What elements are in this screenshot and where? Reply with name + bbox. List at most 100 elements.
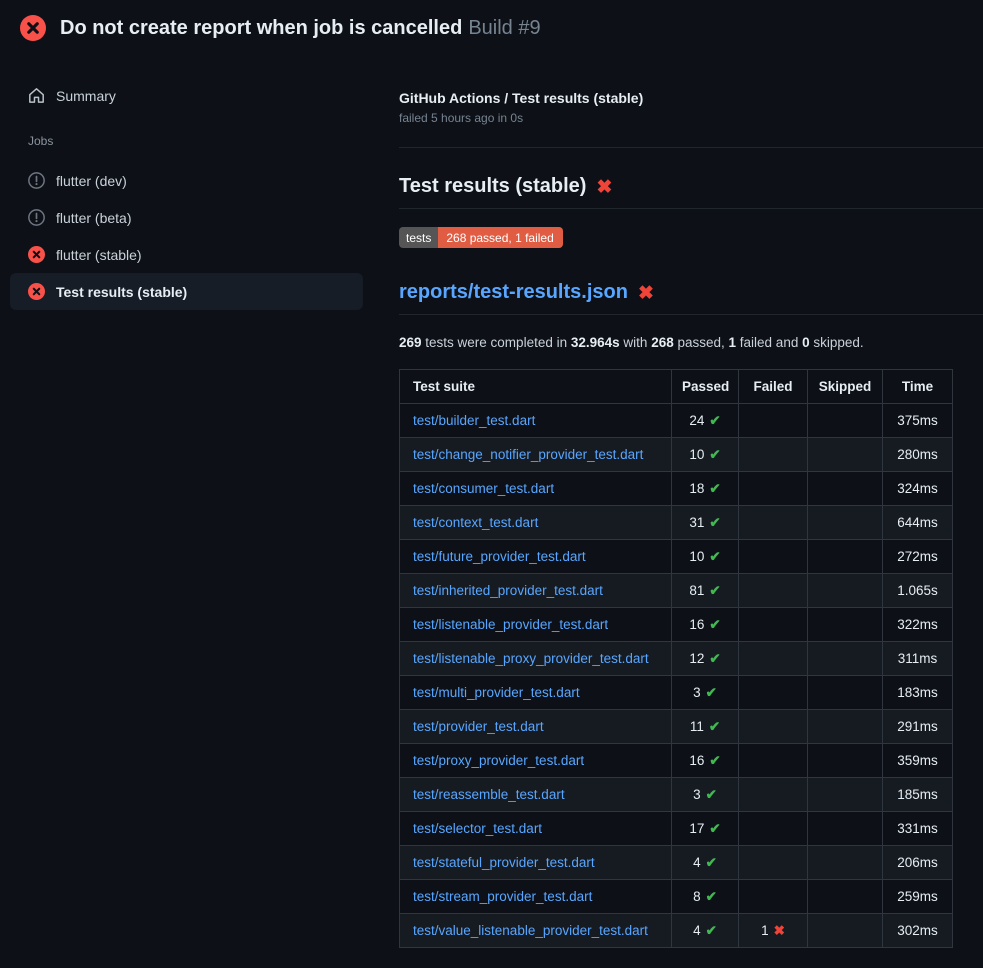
cell-passed: 3✔ [672,676,739,710]
cell-time: 1.065s [883,574,953,608]
cell-time: 206ms [883,846,953,880]
sidebar: Summary Jobs flutter (dev) flutter (beta)… [0,53,375,310]
check-icon: ✔ [709,719,720,734]
jobs-section-label: Jobs [10,134,363,148]
check-run-header: Do not create report when job is cancell… [0,0,983,53]
cell-failed: 1✖ [739,914,808,948]
summary-segment: 32.964s [571,335,620,350]
column-header-failed: Failed [739,370,808,404]
check-icon: ✔ [706,685,717,700]
sidebar-item-label: flutter (beta) [56,210,131,226]
cell-passed: 24✔ [672,404,739,438]
sidebar-item-flutter-stable[interactable]: flutter (stable) [10,236,363,273]
cell-time: 359ms [883,744,953,778]
suite-link[interactable]: test/provider_test.dart [413,719,544,734]
suite-link[interactable]: test/future_provider_test.dart [413,549,586,564]
header-title-group: Do not create report when job is cancell… [60,17,541,40]
suite-link[interactable]: test/builder_test.dart [413,413,535,428]
count-value: 10 [689,447,704,462]
suite-link[interactable]: test/change_notifier_provider_test.dart [413,447,643,462]
count-value: 31 [689,515,704,530]
table-row: test/stateful_provider_test.dart4✔206ms [400,846,953,880]
section-heading-label: Test results (stable) [399,175,586,198]
suite-link[interactable]: test/context_test.dart [413,515,538,530]
cell-skipped [808,608,883,642]
suite-link[interactable]: test/listenable_provider_test.dart [413,617,608,632]
table-row: test/future_provider_test.dart10✔272ms [400,540,953,574]
count-value: 3 [693,685,701,700]
check-icon: ✔ [709,515,720,530]
cell-skipped [808,880,883,914]
count-value: 11 [690,719,704,734]
suite-link[interactable]: test/inherited_provider_test.dart [413,583,603,598]
cell-time: 322ms [883,608,953,642]
suite-link[interactable]: test/listenable_proxy_provider_test.dart [413,651,649,666]
check-icon: ✔ [706,787,717,802]
suite-link[interactable]: test/stateful_provider_test.dart [413,855,595,870]
check-icon: ✔ [709,413,720,428]
page-title: Do not create report when job is cancell… [60,17,462,40]
cell-time: 302ms [883,914,953,948]
cell-failed [739,846,808,880]
cell-skipped [808,846,883,880]
cell-passed: 3✔ [672,778,739,812]
check-subtitle: failed 5 hours ago in 0s [399,111,983,125]
suite-link[interactable]: test/stream_provider_test.dart [413,889,592,904]
cell-skipped [808,676,883,710]
column-header-test-suite: Test suite [400,370,672,404]
sidebar-item-flutter-dev[interactable]: flutter (dev) [10,162,363,199]
sidebar-summary-label: Summary [56,88,116,104]
cell-failed [739,574,808,608]
cell-time: 272ms [883,540,953,574]
suite-link[interactable]: test/consumer_test.dart [413,481,554,496]
count-value: 4 [693,855,701,870]
table-row: test/reassemble_test.dart3✔185ms [400,778,953,812]
cell-skipped [808,472,883,506]
cell-failed [739,778,808,812]
cell-suite: test/change_notifier_provider_test.dart [400,438,672,472]
table-row: test/multi_provider_test.dart3✔183ms [400,676,953,710]
cell-skipped [808,744,883,778]
table-row: test/proxy_provider_test.dart16✔359ms [400,744,953,778]
suite-link[interactable]: test/value_listenable_provider_test.dart [413,923,648,938]
cell-passed: 4✔ [672,914,739,948]
sidebar-item-flutter-beta[interactable]: flutter (beta) [10,199,363,236]
cell-suite: test/proxy_provider_test.dart [400,744,672,778]
table-row: test/consumer_test.dart18✔324ms [400,472,953,506]
suite-link[interactable]: test/multi_provider_test.dart [413,685,580,700]
check-icon: ✔ [709,481,720,496]
x-icon: ✖ [774,923,785,938]
section-heading: Test results (stable) ✖ [399,175,983,209]
column-header-passed: Passed [672,370,739,404]
cell-passed: 8✔ [672,880,739,914]
cell-passed: 17✔ [672,812,739,846]
suite-link[interactable]: test/selector_test.dart [413,821,542,836]
check-icon: ✔ [709,583,720,598]
summary-segment: 269 [399,335,422,350]
tests-badge: tests 268 passed, 1 failed [399,227,563,248]
sidebar-item-label: Test results (stable) [56,284,187,300]
cell-time: 259ms [883,880,953,914]
cell-passed: 11 ✔ [672,710,739,744]
sidebar-item-summary[interactable]: Summary [10,77,363,114]
summary-segment: skipped. [810,335,864,350]
cell-suite: test/stream_provider_test.dart [400,880,672,914]
check-icon: ✔ [706,923,717,938]
cell-failed [739,744,808,778]
count-value: 3 [693,787,701,802]
table-row: test/builder_test.dart24✔375ms [400,404,953,438]
suite-link[interactable]: test/proxy_provider_test.dart [413,753,584,768]
summary-segment: failed and [736,335,802,350]
sidebar-item-test-results-stable[interactable]: Test results (stable) [10,273,363,310]
cell-time: 183ms [883,676,953,710]
fail-x-icon: ✖ [638,284,654,303]
count-value: 10 [689,549,704,564]
cell-time: 291ms [883,710,953,744]
cell-skipped [808,914,883,948]
count-value: 16 [689,617,704,632]
check-header: GitHub Actions / Test results (stable) f… [399,90,983,125]
suite-link[interactable]: test/reassemble_test.dart [413,787,565,802]
cell-suite: test/value_listenable_provider_test.dart [400,914,672,948]
report-link[interactable]: reports/test-results.json [399,281,628,304]
summary-segment: with [620,335,652,350]
